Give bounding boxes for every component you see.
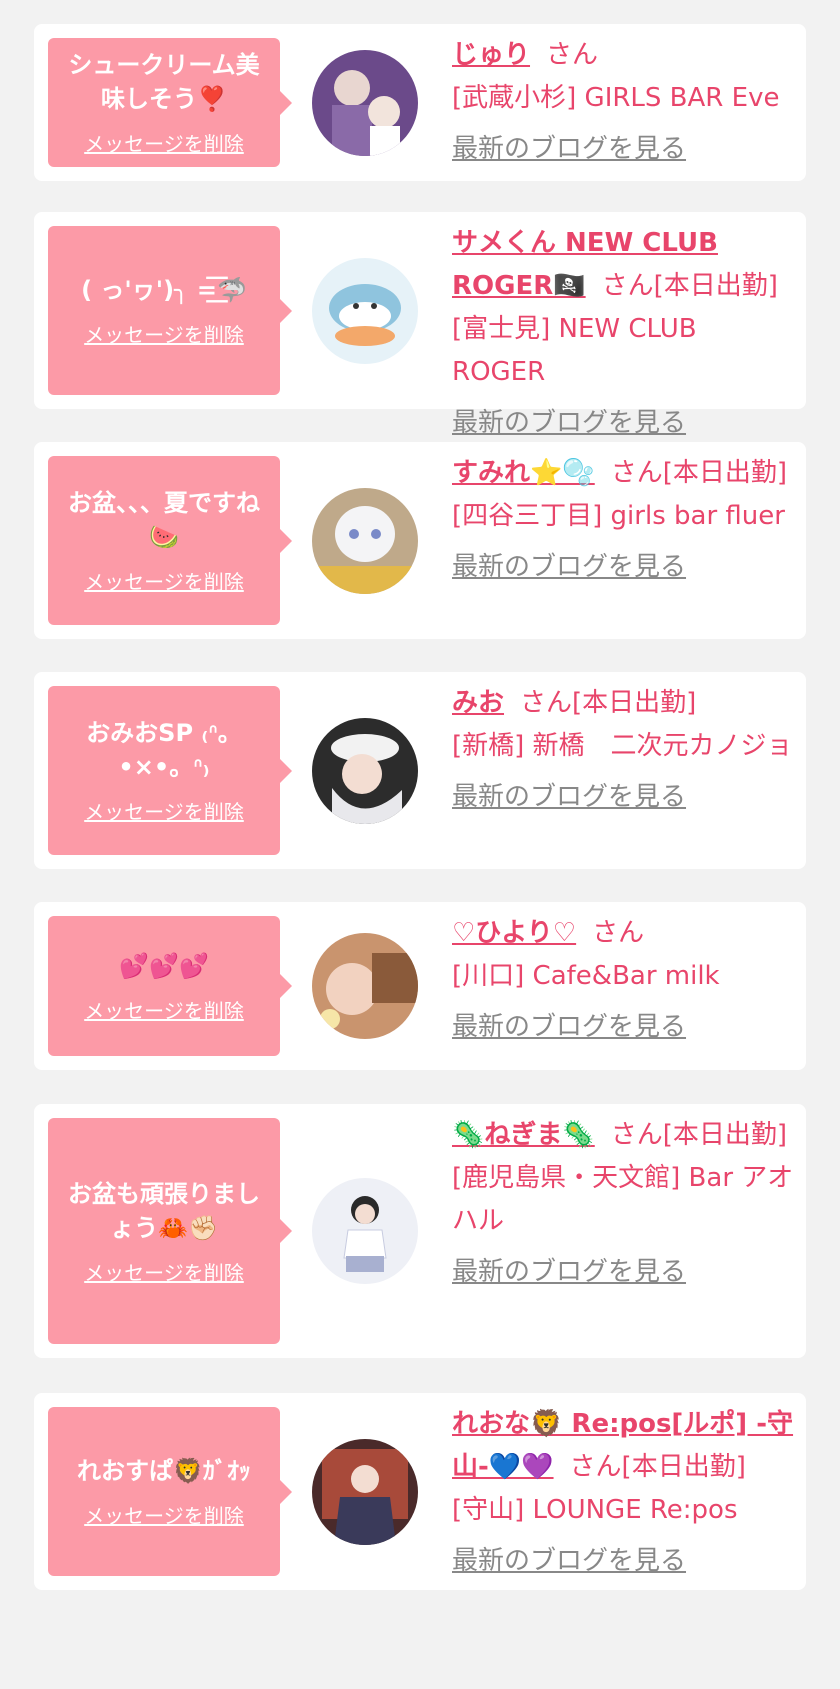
list-item: お盆、、、夏ですね🍉 メッセージを削除 すみれ⭐️🫧 さん[本日出勤] [四谷三丁… bbox=[34, 442, 806, 639]
profile-info: すみれ⭐️🫧 さん[本日出勤] [四谷三丁目] girls bar fluer 最… bbox=[452, 452, 794, 589]
latest-blog-link[interactable]: 最新のブログを見る bbox=[452, 1540, 686, 1583]
shop-label: [鹿児島県・天文館] Bar アオハル bbox=[452, 1163, 794, 1236]
shop-label: [守山] LOUNGE Re:pos bbox=[452, 1495, 738, 1525]
avatar[interactable] bbox=[312, 1438, 418, 1545]
list-item: ( っ'ヮ')╮ =͟͟͞͞🦈 メッセージを削除 サメくん NEW CLUB R… bbox=[34, 212, 806, 438]
shop-label: [四谷三丁目] girls bar fluer bbox=[452, 501, 785, 531]
avatar[interactable] bbox=[312, 257, 418, 364]
message-bubble: おみおSP ₍ᐢ。•×•。ᐢ₎ メッセージを削除 bbox=[48, 686, 292, 855]
latest-blog-link[interactable]: 最新のブログを見る bbox=[452, 128, 686, 171]
message-text: ( っ'ヮ')╮ =͟͟͞͞🦈 bbox=[81, 276, 247, 304]
profile-name-link[interactable]: ♡ひより♡ bbox=[452, 918, 576, 948]
avatar[interactable] bbox=[312, 1178, 418, 1284]
list-item: 💕💕💕 メッセージを削除 ♡ひより♡ さん [川口] Cafe&Bar milk … bbox=[34, 902, 806, 1070]
delete-message-link[interactable]: メッセージを削除 bbox=[84, 128, 244, 157]
message-bubble: お盆も頑張りましょう🦀✊🏻 メッセージを削除 bbox=[48, 1118, 292, 1344]
honorific: さん[本日出勤] bbox=[610, 458, 788, 488]
shop-label: [川口] Cafe&Bar milk bbox=[452, 961, 720, 991]
profile-name-link[interactable]: 🦠ねぎま🦠 bbox=[452, 1120, 595, 1150]
profile-info: みお さん[本日出勤] [新橋] 新橋 二次元カノジョ 最新のブログを見る bbox=[452, 682, 794, 819]
list-item: お盆も頑張りましょう🦀✊🏻 メッセージを削除 🦠ねぎま🦠 さん[本日出勤] [鹿児… bbox=[34, 1104, 806, 1358]
profile-info: 🦠ねぎま🦠 さん[本日出勤] [鹿児島県・天文館] Bar アオハル 最新のブログ… bbox=[452, 1114, 794, 1294]
profile-info: れおな🦁 Re:pos[ルポ] -守山-💙💜 さん[本日出勤] [守山] LOUN… bbox=[452, 1403, 794, 1583]
avatar[interactable] bbox=[312, 933, 418, 1039]
list-item: れおすぱ🦁ｶﾞｵｯ メッセージを削除 れおな🦁 Re:pos[ルポ] -守山-💙… bbox=[34, 1393, 806, 1590]
list-item: おみおSP ₍ᐢ。•×•。ᐢ₎ メッセージを削除 みお さん[本日出勤] [新橋]… bbox=[34, 672, 806, 869]
avatar[interactable] bbox=[312, 49, 418, 156]
profile-name-link[interactable]: じゅり bbox=[452, 40, 530, 70]
profile-info: じゅり さん [武蔵小杉] GIRLS BAR Eve 最新のブログを見る bbox=[452, 34, 794, 171]
delete-message-link[interactable]: メッセージを削除 bbox=[84, 319, 244, 348]
message-text: お盆、、、夏ですね🍉 bbox=[68, 489, 260, 551]
message-bubble: シュークリーム美味しそう❣️ メッセージを削除 bbox=[48, 38, 292, 167]
latest-blog-link[interactable]: 最新のブログを見る bbox=[452, 402, 686, 445]
honorific: さん bbox=[592, 918, 645, 948]
list-item: シュークリーム美味しそう❣️ メッセージを削除 じゅり さん [武蔵小杉] GIR… bbox=[34, 24, 806, 181]
profile-info: サメくん NEW CLUB ROGER🏴‍☠️ さん[本日出勤] [富士見] NE… bbox=[452, 222, 794, 445]
shop-label: [新橋] 新橋 二次元カノジョ bbox=[452, 731, 793, 761]
honorific: さん bbox=[546, 40, 599, 70]
latest-blog-link[interactable]: 最新のブログを見る bbox=[452, 546, 686, 589]
shop-label: [武蔵小杉] GIRLS BAR Eve bbox=[452, 83, 780, 113]
honorific: さん[本日出勤] bbox=[520, 688, 697, 718]
latest-blog-link[interactable]: 最新のブログを見る bbox=[452, 1006, 686, 1049]
profile-name-link[interactable]: みお bbox=[452, 688, 504, 718]
message-bubble: お盆、、、夏ですね🍉 メッセージを削除 bbox=[48, 456, 292, 625]
latest-blog-link[interactable]: 最新のブログを見る bbox=[452, 776, 686, 819]
delete-message-link[interactable]: メッセージを削除 bbox=[84, 995, 244, 1024]
honorific: さん[本日出勤] bbox=[601, 271, 778, 301]
avatar[interactable] bbox=[312, 717, 418, 824]
message-text: れおすぱ🦁ｶﾞｵｯ bbox=[77, 1457, 251, 1485]
message-text: シュークリーム美味しそう❣️ bbox=[68, 51, 260, 113]
message-bubble: れおすぱ🦁ｶﾞｵｯ メッセージを削除 bbox=[48, 1407, 292, 1576]
profile-info: ♡ひより♡ さん [川口] Cafe&Bar milk 最新のブログを見る bbox=[452, 912, 794, 1049]
honorific: さん[本日出勤] bbox=[610, 1120, 788, 1150]
profile-name-link[interactable]: すみれ⭐️🫧 bbox=[452, 458, 595, 488]
delete-message-link[interactable]: メッセージを削除 bbox=[84, 1500, 244, 1529]
message-bubble: 💕💕💕 メッセージを削除 bbox=[48, 916, 292, 1056]
delete-message-link[interactable]: メッセージを削除 bbox=[84, 796, 244, 825]
favorites-list: シュークリーム美味しそう❣️ メッセージを削除 じゅり さん [武蔵小杉] GIR… bbox=[0, 0, 840, 1590]
message-text: おみおSP ₍ᐢ。•×•。ᐢ₎ bbox=[86, 719, 242, 781]
message-text: 💕💕💕 bbox=[119, 951, 209, 980]
latest-blog-link[interactable]: 最新のブログを見る bbox=[452, 1251, 686, 1294]
delete-message-link[interactable]: メッセージを削除 bbox=[84, 1257, 244, 1286]
message-bubble: ( っ'ヮ')╮ =͟͟͞͞🦈 メッセージを削除 bbox=[48, 226, 292, 395]
honorific: さん[本日出勤] bbox=[569, 1452, 746, 1482]
avatar[interactable] bbox=[312, 487, 418, 594]
delete-message-link[interactable]: メッセージを削除 bbox=[84, 566, 244, 595]
message-text: お盆も頑張りましょう🦀✊🏻 bbox=[68, 1179, 260, 1242]
shop-label: [富士見] NEW CLUB ROGER bbox=[452, 314, 697, 387]
